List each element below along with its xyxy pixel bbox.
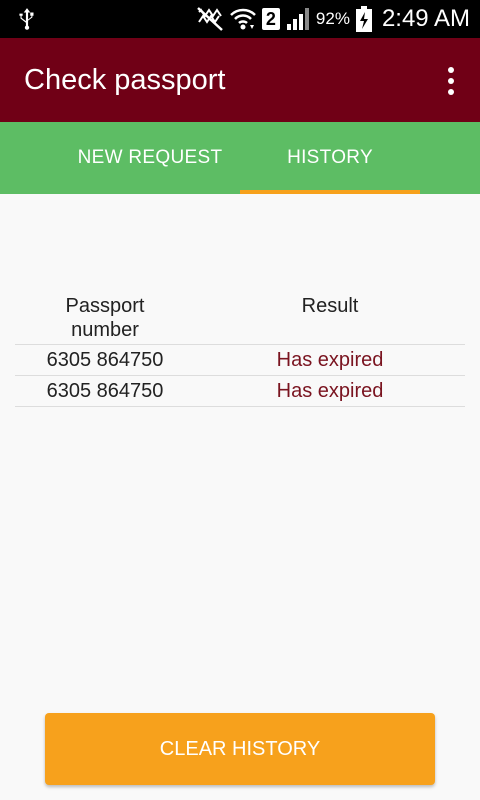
sim-icon: 2 [261,8,280,30]
table-row: 6305 864750 Has expired [15,376,465,407]
table-row: 6305 864750 Has expired [15,345,465,376]
tab-selected-indicator [240,190,420,194]
usb-icon [19,8,34,30]
row-passport-number: 6305 864750 [46,349,164,371]
header-passport-line2: number [71,319,139,341]
row-result: Has expired [276,380,384,402]
tab-new-request[interactable]: NEW REQUEST [60,122,240,194]
wifi-icon [230,8,256,30]
tab-history[interactable]: HISTORY [240,122,420,194]
app-bar: Check passport [0,38,480,122]
row-result: Has expired [276,349,384,371]
mute-icon [197,7,223,31]
header-result: Result [195,294,465,344]
status-bar: 2 92% 2:49 AM [0,0,480,38]
header-passport-number: Passport number [15,294,195,344]
tab-bar: NEW REQUEST HISTORY [0,122,480,194]
row-passport-number: 6305 864750 [46,380,164,402]
battery-percent: 92% [315,9,350,28]
table-header: Passport number Result [15,294,465,345]
app-title: Check passport [24,64,226,96]
battery-charging-icon [355,6,372,32]
header-result-label: Result [301,295,359,317]
status-clock: 2:49 AM [381,5,470,32]
clear-history-button[interactable]: CLEAR HISTORY [45,713,435,785]
signal-icon [286,8,309,30]
history-table: Passport number Result 6305 864750 Has e… [15,294,465,407]
header-passport-line1: Passport [65,295,145,317]
more-vert-icon[interactable] [440,64,462,96]
